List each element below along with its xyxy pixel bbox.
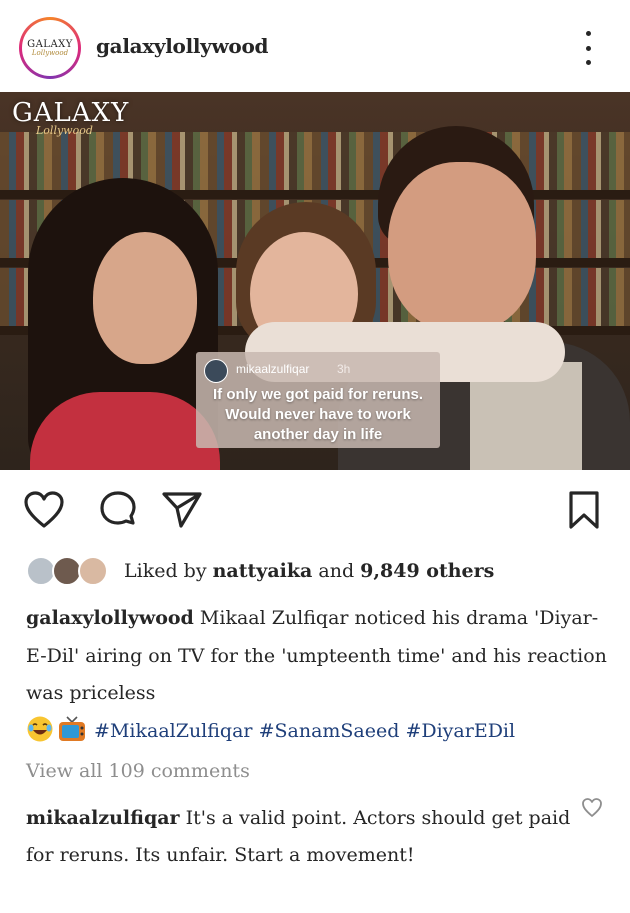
comment-icon[interactable] (96, 488, 140, 532)
watermark: GALAXY Lollywood (12, 98, 129, 137)
liker-avatars (26, 556, 110, 586)
avatar-logo-subtext: Lollywood (31, 49, 69, 57)
more-dot (585, 45, 591, 51)
liker-avatar (78, 556, 108, 586)
overlay-username: mikaalzulfiqar (236, 362, 310, 376)
bookmark-icon[interactable] (562, 488, 606, 532)
comment-screenshot-overlay: mikaalzulfiqar 3h If only we got paid fo… (196, 352, 440, 448)
more-dot (585, 60, 591, 65)
send-icon[interactable] (160, 488, 204, 532)
hashtag[interactable]: #MikaalZulfiqar (94, 720, 252, 742)
post-image[interactable]: GALAXY Lollywood mikaalzulfiqar 3h If on… (0, 92, 630, 470)
profile-avatar[interactable]: GALAXY Lollywood (19, 17, 81, 79)
hashtag[interactable]: #DiyarEDil (405, 720, 515, 742)
action-bar (0, 470, 630, 550)
avatar-logo: GALAXY Lollywood (22, 20, 78, 76)
top-comment: mikaalzulfiqar It's a valid point. Actor… (26, 800, 576, 874)
heart-icon[interactable] (22, 488, 66, 532)
more-dot (585, 31, 591, 36)
woman-face (93, 232, 197, 364)
likes-prefix: Liked by (124, 560, 207, 582)
overlay-text: If only we got paid for reruns. Would ne… (196, 385, 440, 445)
liker-username[interactable]: nattyaika (213, 560, 313, 582)
laughing-emoji (26, 715, 54, 743)
comment-username[interactable]: mikaalzulfiqar (26, 807, 180, 829)
view-all-comments-link[interactable]: View all 109 comments (26, 760, 250, 782)
likes-row[interactable]: Liked by nattyaika and 9,849 others (26, 556, 626, 586)
likes-text: Liked by nattyaika and 9,849 others (124, 560, 494, 582)
overlay-text-line: If only we got paid for reruns. (212, 386, 423, 403)
television-emoji (57, 715, 85, 743)
hashtag[interactable]: #SanamSaeed (259, 720, 400, 742)
likes-and: and (318, 560, 355, 582)
likes-count[interactable]: 9,849 others (360, 560, 494, 582)
post-header: GALAXY Lollywood galaxylollywood (0, 0, 630, 92)
caption-username[interactable]: galaxylollywood (26, 607, 194, 629)
overlay-text-line: Would never have to work (225, 406, 411, 423)
post-username[interactable]: galaxylollywood (96, 34, 268, 58)
post-caption: galaxylollywood Mikaal Zulfiqar noticed … (26, 600, 616, 750)
overlay-time: 3h (337, 362, 351, 376)
man-face (388, 162, 536, 332)
overlay-avatar (204, 359, 228, 383)
overlay-text-line: another day in life (253, 426, 383, 443)
comment-heart-icon[interactable] (581, 797, 603, 819)
more-options-icon[interactable] (578, 31, 598, 65)
